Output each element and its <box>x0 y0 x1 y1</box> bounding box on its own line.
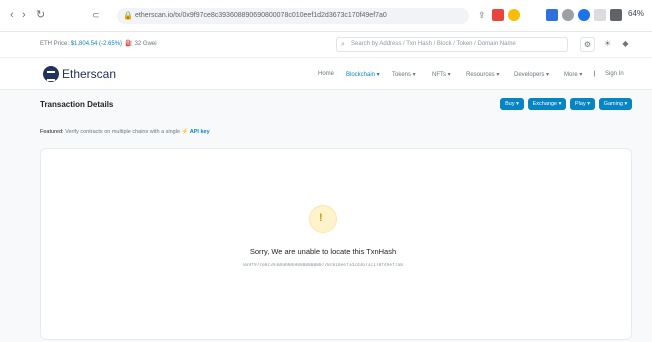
search-placeholder: Search by Address / Txn Hash / Block / T… <box>351 41 516 47</box>
api-key-link-label: API key <box>189 129 210 135</box>
featured-label: Featured: <box>40 129 64 135</box>
gas-price[interactable]: 32 Gwei <box>135 41 157 47</box>
featured-banner: Featured: Verify contracts on multiple c… <box>40 129 210 135</box>
extension-icon-3[interactable] <box>546 9 558 21</box>
share-icon[interactable]: ⇪ <box>478 9 486 21</box>
address-bar[interactable]: 🔒 etherscan.io/tx/0x9f97ce8c393608890690… <box>117 8 469 24</box>
nav-home[interactable]: Home <box>318 71 334 77</box>
nav-nfts[interactable]: NFTs ▾ <box>432 71 451 78</box>
api-key-link[interactable]: ⚡ API key <box>182 129 210 135</box>
nav-resources[interactable]: Resources ▾ <box>466 71 499 78</box>
page-title: Transaction Details <box>40 100 114 109</box>
nav-more[interactable]: More ▾ <box>564 71 582 78</box>
nav-tokens[interactable]: Tokens ▾ <box>392 71 416 78</box>
eth-icon[interactable]: ◆ <box>618 37 633 52</box>
error-glyph: ! <box>319 212 323 224</box>
reload-button[interactable]: ↻ <box>36 9 45 21</box>
search-input[interactable]: ⌕ Search by Address / Txn Hash / Block /… <box>336 37 568 52</box>
search-filter-icon[interactable]: ⚙ <box>580 37 595 52</box>
sign-in-icon: | <box>594 71 596 77</box>
extension-icon-5[interactable] <box>578 9 590 21</box>
featured-text: Verify contracts on multiple chains with… <box>65 129 181 135</box>
buy-button[interactable]: Buy ▾ <box>500 98 524 110</box>
profile-icon[interactable] <box>610 9 622 21</box>
gas-icon: ⛽ <box>125 41 133 47</box>
extension-icon-4[interactable] <box>562 9 574 21</box>
puzzle-icon[interactable] <box>594 9 606 21</box>
txn-hash: 0x9f97ce8c3930689069080000000778c010eef3… <box>243 263 403 268</box>
gaming-button[interactable]: Gaming ▾ <box>599 98 632 110</box>
eth-price-label: ETH Price: <box>40 41 70 47</box>
error-title: Sorry, We are unable to locate this TxnH… <box>249 247 397 256</box>
tab-search-icon[interactable]: ⊂ <box>92 9 100 21</box>
play-button[interactable]: Play ▾ <box>570 98 595 110</box>
result-card <box>40 148 632 340</box>
address-url: etherscan.io/tx/0x9f97ce8c39360889069080… <box>135 12 387 19</box>
etherscan-logo-icon[interactable] <box>43 66 59 82</box>
top-info-bar: ETH Price: $1,804.54 (-2.65%) ⛽ 32 Gwei … <box>0 32 652 58</box>
browser-toolbar: ‹ › ↻ ⊂ 🔒 etherscan.io/tx/0x9f97ce8c3936… <box>0 0 652 32</box>
extension-icon-1[interactable] <box>492 9 504 21</box>
nav-sign-in[interactable]: Sign In <box>605 71 624 77</box>
back-button[interactable]: ‹ <box>10 9 14 21</box>
forward-button[interactable]: › <box>22 9 26 21</box>
exchange-button[interactable]: Exchange ▾ <box>528 98 566 110</box>
error-icon: ! <box>309 205 337 233</box>
zoom-label: 64% <box>628 9 645 18</box>
theme-icon[interactable]: ☀ <box>600 37 615 52</box>
logo-text[interactable]: Etherscan <box>62 67 116 81</box>
extension-icon-2[interactable] <box>508 9 520 21</box>
eth-price-value[interactable]: $1,804.54 (-2.65%) <box>71 41 122 47</box>
search-icon: ⌕ <box>341 41 345 48</box>
eth-price: ETH Price: $1,804.54 (-2.65%) ⛽ 32 Gwei <box>40 40 157 47</box>
nav-developers[interactable]: Developers ▾ <box>514 71 549 78</box>
nav-blockchain[interactable]: Blockchain ▾ <box>346 71 380 78</box>
site-header: Etherscan Home Blockchain ▾ Tokens ▾ NFT… <box>0 58 652 90</box>
lock-icon: 🔒 <box>123 11 133 20</box>
